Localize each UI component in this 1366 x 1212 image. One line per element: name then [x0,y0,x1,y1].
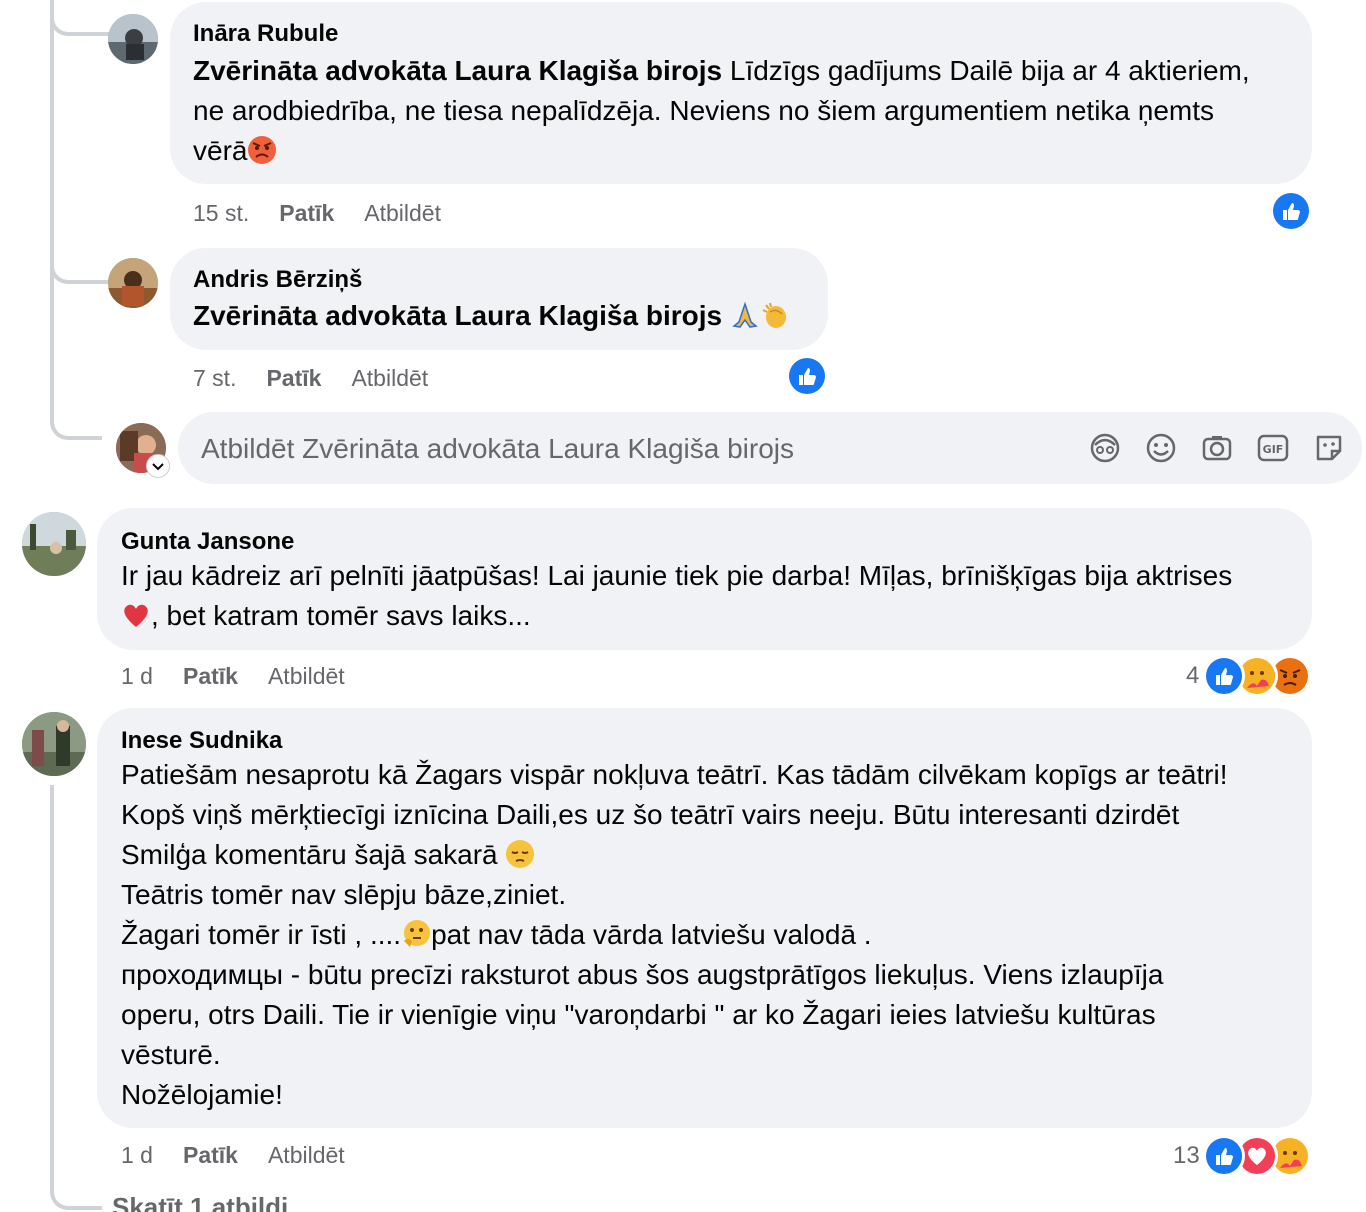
like-reaction-icon[interactable] [1270,190,1312,232]
like-reaction-icon[interactable] [1203,1135,1245,1177]
comment-meta: 7 st. Patīk Atbildēt [193,365,458,392]
reaction-count[interactable]: 13 [1173,1142,1200,1170]
like-button[interactable]: Patīk [183,1142,238,1169]
like-reaction-icon[interactable] [1203,655,1245,697]
angry-face-emoji-icon [247,135,277,165]
comment-author[interactable]: Andris Bērziņš [193,266,362,294]
comment-time[interactable]: 15 st. [193,200,249,227]
comment-meta: 15 st. Patīk Atbildēt [193,200,471,227]
reply-button[interactable]: Atbildēt [268,663,345,690]
reply-placeholder[interactable]: Atbildēt Zvērināta advokāta Laura Klagiš… [201,433,794,465]
clapping-hands-emoji-icon [760,300,790,330]
mention-link[interactable]: Zvērināta advokāta Laura Klagiša birojs [193,55,722,86]
comment-text: Patiešām nesaprotu kā Žagars vispār nokļ… [121,759,1228,1110]
reply-button[interactable]: Atbildēt [268,1142,345,1169]
avatar-sticker-icon[interactable] [1088,431,1122,465]
like-reaction-icon[interactable] [786,355,828,397]
mention-link[interactable]: Zvērināta advokāta Laura Klagiša birojs [193,300,722,331]
avatar[interactable] [22,712,86,776]
reaction-count[interactable]: 4 [1186,662,1199,690]
red-heart-emoji-icon [121,600,151,630]
svg-text:GIF: GIF [1263,443,1284,456]
smiley-icon[interactable] [1144,431,1178,465]
gif-icon[interactable]: GIF [1256,431,1290,465]
folded-hands-emoji-icon [730,300,760,330]
comment-author[interactable]: Ināra Rubule [193,20,338,48]
account-switcher-chevron-icon[interactable] [146,454,170,478]
reply-button[interactable]: Atbildēt [351,365,428,392]
thinking-face-emoji-icon [401,919,431,949]
pensive-face-emoji-icon [505,839,535,869]
avatar[interactable] [108,14,158,64]
comment-author[interactable]: Gunta Jansone [121,528,294,556]
view-replies-link[interactable]: Skatīt 1 atbildi [112,1192,288,1212]
like-button[interactable]: Patīk [266,365,321,392]
comment-meta: 1 d Patīk Atbildēt [121,663,375,690]
avatar[interactable] [108,258,158,308]
comment-text: Ir jau kādreiz arī pelnīti jāatpūšas! La… [121,560,1233,631]
reply-button[interactable]: Atbildēt [364,200,441,227]
sticker-icon[interactable] [1312,431,1346,465]
comment-time[interactable]: 1 d [121,1142,153,1169]
comment-time[interactable]: 1 d [121,663,153,690]
comment-text: Zvērināta advokāta Laura Klagiša birojs [193,296,790,336]
comment-meta: 1 d Patīk Atbildēt [121,1142,375,1169]
like-button[interactable]: Patīk [279,200,334,227]
thread-elbow [50,240,112,284]
thread-elbow [50,400,102,440]
comment-time[interactable]: 7 st. [193,365,236,392]
like-button[interactable]: Patīk [183,663,238,690]
comment-text: Zvērināta advokāta Laura Klagiša birojs … [193,55,1250,166]
thread-elbow [50,0,112,36]
comments-thread: Ināra Rubule Zvērināta advokāta Laura Kl… [0,0,1366,1212]
camera-icon[interactable] [1200,431,1234,465]
comment-author[interactable]: Inese Sudnika [121,727,282,755]
avatar[interactable] [22,512,86,576]
thread-elbow [50,1170,102,1210]
thread-line [50,280,54,410]
thread-line [50,785,54,1175]
